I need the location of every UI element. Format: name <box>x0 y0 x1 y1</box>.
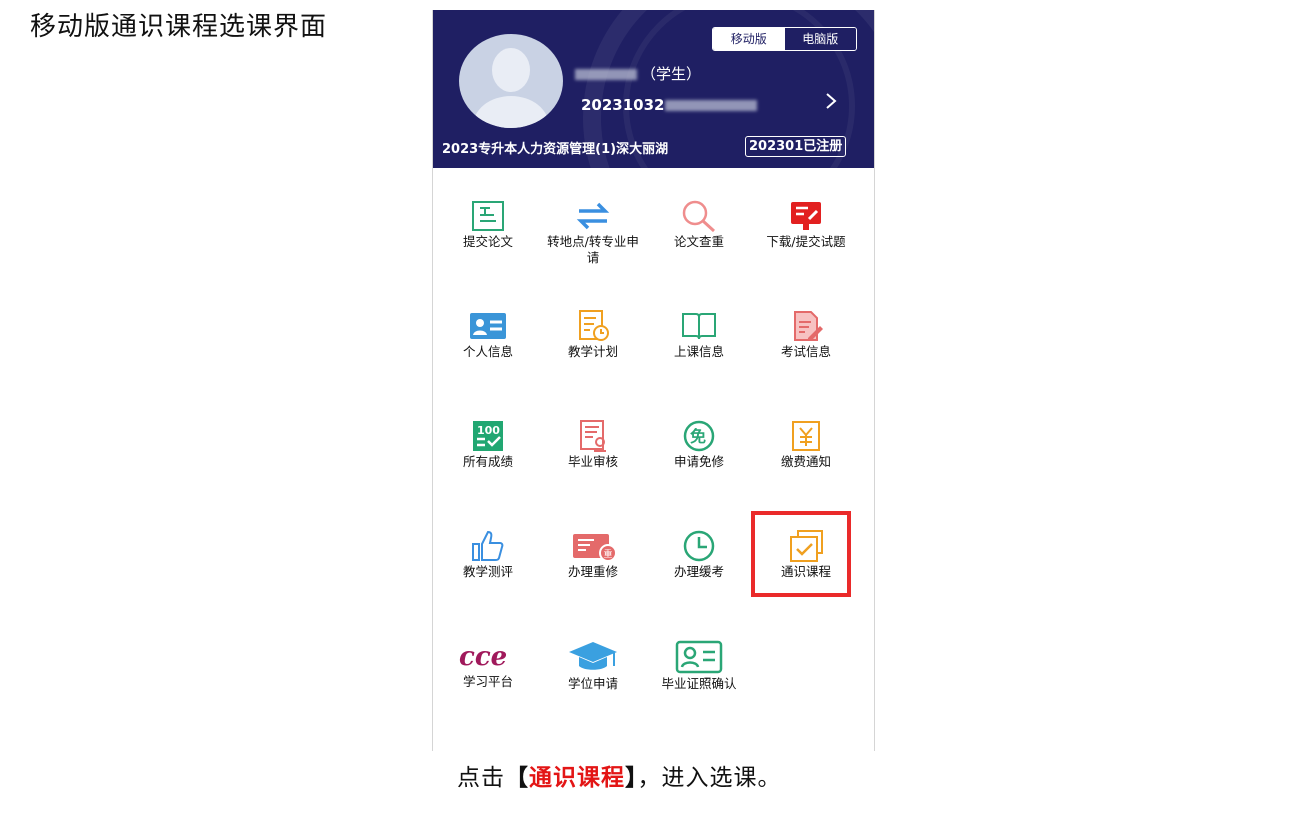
exam-edit-icon <box>751 310 861 342</box>
menu-item-plagiarism-check[interactable]: 论文查重 <box>644 200 754 300</box>
caption-bracket-close: 】 <box>625 765 638 791</box>
menu-label: 办理缓考 <box>673 564 724 579</box>
redacted-id <box>664 100 757 111</box>
menu-label: 办理重修 <box>567 564 618 579</box>
menu-item-teaching-evaluation[interactable]: 教学测评 <box>433 530 543 630</box>
version-toggle[interactable]: 移动版 电脑版 <box>712 27 857 51</box>
swap-arrows-icon <box>538 200 648 232</box>
menu-label: 论文查重 <box>673 234 724 249</box>
magnifier-icon <box>644 200 754 232</box>
retake-icon: 重 <box>538 530 648 562</box>
svg-text:cce: cce <box>459 642 507 672</box>
menu-label: 申请免修 <box>673 454 724 469</box>
student-id-prefix: 20231032 <box>581 96 665 114</box>
menu-label: 学位申请 <box>567 676 618 691</box>
caption-highlight: 通识课程 <box>529 765 625 791</box>
menu-label: 毕业证照确认 <box>661 676 737 691</box>
menu-label: 学习平台 <box>462 674 513 689</box>
svg-text:100: 100 <box>477 424 500 437</box>
menu-item-teaching-plan[interactable]: 教学计划 <box>538 310 648 410</box>
redacted-name <box>575 69 637 80</box>
instruction-caption: 点击【通识课程】，进入选课。 <box>457 758 782 792</box>
menu-label: 转地点/转专业申请 <box>547 234 639 265</box>
registration-badge: 202301已注册 <box>745 136 847 157</box>
avatar[interactable] <box>459 34 563 128</box>
graduation-audit-icon <box>538 420 648 452</box>
cce-logo-icon: cce <box>433 640 543 672</box>
menu-item-exam-info[interactable]: 考试信息 <box>751 310 861 410</box>
menu-label: 上课信息 <box>673 344 724 359</box>
check-layers-icon <box>751 530 861 562</box>
svg-text:重: 重 <box>604 548 613 560</box>
menu-item-general-courses[interactable]: 通识课程 <box>751 530 861 630</box>
menu-label: 个人信息 <box>462 344 513 359</box>
menu-item-download-exam[interactable]: 下载/提交试题 <box>751 200 861 300</box>
svg-text:免: 免 <box>690 427 706 446</box>
menu-item-degree-application[interactable]: 学位申请 <box>538 640 648 740</box>
thumbs-up-icon <box>433 530 543 562</box>
mobile-app-frame: 移动版 电脑版 （学生） 20231032 2023专升本人力资源管理(1)深大… <box>432 10 875 751</box>
caption-prefix: 点击 <box>457 765 505 791</box>
role-label: （学生） <box>641 65 702 83</box>
paper-submit-icon <box>433 200 543 232</box>
caption-suffix: ，进入选课。 <box>637 765 782 791</box>
open-book-icon <box>644 310 754 342</box>
yuan-payment-icon <box>751 420 861 452</box>
menu-label: 教学计划 <box>567 344 618 359</box>
menu-item-exemption[interactable]: 免 申请免修 <box>644 420 754 520</box>
menu-item-transfer[interactable]: 转地点/转专业申请 <box>538 200 648 300</box>
menu-label: 缴费通知 <box>780 454 831 469</box>
exempt-icon: 免 <box>644 420 754 452</box>
menu-label: 教学测评 <box>462 564 513 579</box>
chevron-right-icon[interactable] <box>824 90 842 112</box>
menu-label: 毕业审核 <box>567 454 618 469</box>
id-card-icon <box>433 310 543 342</box>
menu-item-graduation-audit[interactable]: 毕业审核 <box>538 420 648 520</box>
menu-label: 下载/提交试题 <box>766 234 846 249</box>
menu-item-learning-platform[interactable]: cce 学习平台 <box>433 640 543 740</box>
menu-label: 通识课程 <box>780 564 831 579</box>
graduation-cap-icon <box>538 640 648 674</box>
menu-item-payment-notice[interactable]: 缴费通知 <box>751 420 861 520</box>
clock-icon <box>644 530 754 562</box>
menu-item-diploma-photo[interactable]: 毕业证照确认 <box>644 640 754 740</box>
caption-bracket-open: 【 <box>505 765 529 791</box>
menu-item-all-scores[interactable]: 100 所有成绩 <box>433 420 543 520</box>
id-photo-icon <box>644 640 754 674</box>
student-header: 移动版 电脑版 （学生） 20231032 2023专升本人力资源管理(1)深大… <box>433 10 874 168</box>
plan-clock-icon <box>538 310 648 342</box>
menu-label: 考试信息 <box>780 344 831 359</box>
mobile-version-button[interactable]: 移动版 <box>713 28 785 50</box>
score-100-icon: 100 <box>433 420 543 452</box>
menu-label: 提交论文 <box>462 234 513 249</box>
page-title: 移动版通识课程选课界面 <box>30 12 328 42</box>
menu-item-submit-paper[interactable]: 提交论文 <box>433 200 543 300</box>
menu-item-personal-info[interactable]: 个人信息 <box>433 310 543 410</box>
student-name: （学生） <box>575 63 701 84</box>
class-name: 2023专升本人力资源管理(1)深大丽湖 <box>442 142 669 157</box>
menu-label: 所有成绩 <box>462 454 513 469</box>
exam-download-icon <box>751 200 861 232</box>
desktop-version-button[interactable]: 电脑版 <box>784 28 856 50</box>
menu-item-retake[interactable]: 重 办理重修 <box>538 530 648 630</box>
menu-item-class-info[interactable]: 上课信息 <box>644 310 754 410</box>
menu-item-exam-deferral[interactable]: 办理缓考 <box>644 530 754 630</box>
student-id: 20231032 <box>581 96 757 114</box>
